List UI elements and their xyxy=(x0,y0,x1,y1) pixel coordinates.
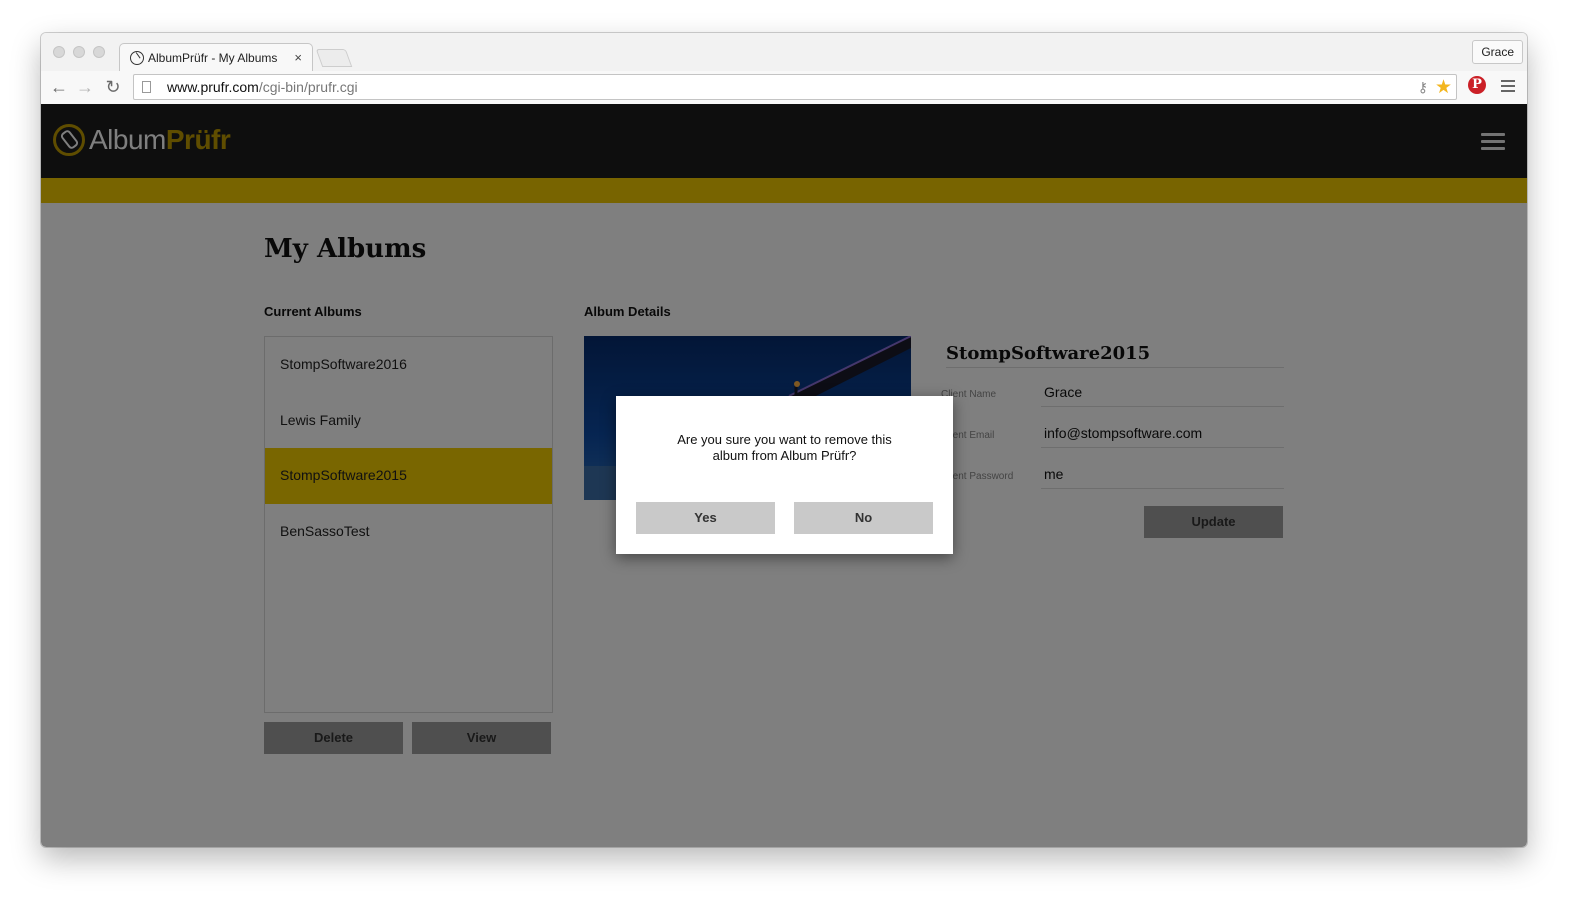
new-tab-button[interactable] xyxy=(315,49,353,67)
albumprufr-favicon-icon xyxy=(130,50,144,65)
address-bar[interactable]: www.prufr.com/cgi-bin/prufr.cgi ⚷ ★ xyxy=(133,74,1457,100)
page: AlbumPrüfr My Albums Current Albums Albu… xyxy=(41,104,1527,847)
url-host: www.prufr.com xyxy=(167,79,259,95)
url-path: /cgi-bin/prufr.cgi xyxy=(258,79,358,95)
bookmark-star-icon[interactable]: ★ xyxy=(1435,76,1452,99)
yes-button[interactable]: Yes xyxy=(636,502,775,534)
key-icon[interactable]: ⚷ xyxy=(1418,79,1428,96)
tab-close-icon[interactable]: × xyxy=(294,50,302,65)
close-window-button[interactable] xyxy=(53,46,65,58)
reload-icon[interactable]: ↻ xyxy=(102,76,124,98)
back-arrow-icon[interactable]: ← xyxy=(48,76,70,98)
no-button[interactable]: No xyxy=(794,502,933,534)
confirm-dialog: Are you sure you want to remove this alb… xyxy=(616,396,953,554)
profile-button[interactable]: Grace xyxy=(1472,40,1523,64)
browser-toolbar: ← → ↻ www.prufr.com/cgi-bin/prufr.cgi ⚷ … xyxy=(41,71,1527,104)
window-controls xyxy=(53,46,105,58)
zoom-window-button[interactable] xyxy=(93,46,105,58)
browser-window: AlbumPrüfr - My Albums × Grace ← → ↻ www… xyxy=(41,33,1527,847)
dialog-message: Are you sure you want to remove this alb… xyxy=(677,432,892,463)
tab-title: AlbumPrüfr - My Albums xyxy=(148,50,278,65)
browser-menu-icon[interactable] xyxy=(1501,80,1515,95)
pinterest-icon[interactable]: P xyxy=(1468,76,1486,94)
minimize-window-button[interactable] xyxy=(73,46,85,58)
browser-chrome: AlbumPrüfr - My Albums × Grace ← → ↻ www… xyxy=(41,33,1527,104)
forward-arrow-icon[interactable]: → xyxy=(74,76,96,98)
page-icon xyxy=(142,81,151,93)
browser-tab[interactable]: AlbumPrüfr - My Albums × xyxy=(119,43,313,71)
